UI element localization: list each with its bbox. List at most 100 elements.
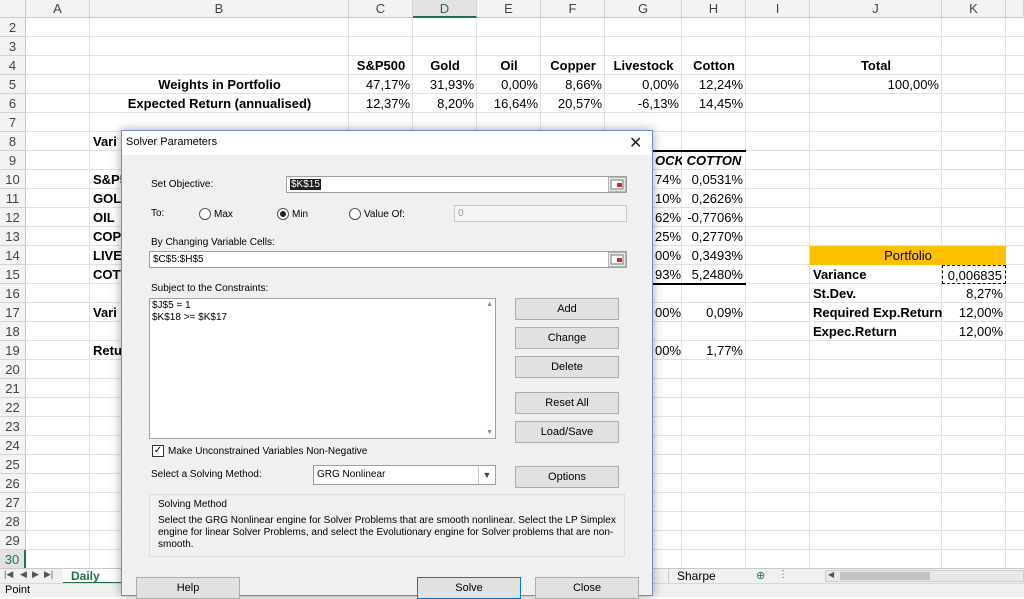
required-return-value[interactable]: 12,00% bbox=[942, 303, 1006, 322]
expected-cell[interactable]: 12,37% bbox=[349, 94, 413, 113]
total-value[interactable]: 100,00% bbox=[810, 75, 942, 94]
column-header-g[interactable]: G bbox=[605, 0, 682, 18]
tab-daily-choices[interactable]: Daily Cho bbox=[63, 569, 123, 597]
matrix-cell[interactable]: 5,2480% bbox=[682, 265, 746, 284]
row-header[interactable]: 23 bbox=[0, 417, 26, 436]
matrix-cell[interactable]: 74% bbox=[652, 170, 682, 189]
row17-cell[interactable]: 0,09% bbox=[682, 303, 746, 322]
close-icon[interactable]: ✕ bbox=[629, 133, 642, 153]
column-header-c[interactable]: C bbox=[349, 0, 413, 18]
row-header[interactable]: 13 bbox=[0, 227, 26, 246]
row-header[interactable]: 27 bbox=[0, 493, 26, 512]
matrix-cell[interactable]: 0,2626% bbox=[682, 189, 746, 208]
weight-cell[interactable]: 0,00% bbox=[477, 75, 541, 94]
row-header[interactable]: 29 bbox=[0, 531, 26, 550]
matrix-cell[interactable]: -0,7706% bbox=[682, 208, 746, 227]
row19-cell[interactable]: 1,77% bbox=[682, 341, 746, 360]
row-header[interactable]: 15 bbox=[0, 265, 26, 284]
expected-cell[interactable]: 16,64% bbox=[477, 94, 541, 113]
chevron-down-icon[interactable]: ▼ bbox=[478, 466, 495, 484]
radio-value-of[interactable] bbox=[349, 208, 361, 220]
row-header[interactable]: 2 bbox=[0, 18, 26, 37]
weight-cell[interactable]: 8,66% bbox=[541, 75, 605, 94]
collapse-changing-icon[interactable] bbox=[608, 252, 626, 267]
change-button[interactable]: Change bbox=[515, 327, 619, 349]
matrix-cell[interactable]: 0,3493% bbox=[682, 246, 746, 265]
row-header[interactable]: 12 bbox=[0, 208, 26, 227]
row-header[interactable]: 9 bbox=[0, 151, 26, 170]
tab-last-icon[interactable]: ▶| bbox=[44, 569, 53, 580]
row-header[interactable]: 3 bbox=[0, 37, 26, 56]
column-header-l[interactable] bbox=[1006, 0, 1024, 18]
row-header[interactable]: 16 bbox=[0, 284, 26, 303]
constraints-list[interactable]: $J$5 = 1 $K$18 >= $K$17 ▲ ▼ bbox=[149, 298, 496, 439]
row-header[interactable]: 25 bbox=[0, 455, 26, 474]
row-header[interactable]: 20 bbox=[0, 360, 26, 379]
matrix-cell[interactable]: 10% bbox=[652, 189, 682, 208]
weight-cell[interactable]: 0,00% bbox=[605, 75, 682, 94]
row-header[interactable]: 19 bbox=[0, 341, 26, 360]
row-header[interactable]: 28 bbox=[0, 512, 26, 531]
expected-cell[interactable]: 14,45% bbox=[682, 94, 746, 113]
expected-return-portfolio-value[interactable]: 12,00% bbox=[942, 322, 1006, 341]
solving-method-select[interactable]: GRG Nonlinear ▼ bbox=[313, 465, 496, 485]
nonnegative-checkbox[interactable]: ✓ bbox=[152, 445, 164, 457]
matrix-cell[interactable]: 62% bbox=[652, 208, 682, 227]
dialog-title-bar[interactable]: Solver Parameters ✕ bbox=[122, 131, 652, 155]
row-header[interactable]: 30 bbox=[0, 550, 26, 568]
row-header[interactable]: 18 bbox=[0, 322, 26, 341]
row-header[interactable]: 24 bbox=[0, 436, 26, 455]
expected-cell[interactable]: 20,57% bbox=[541, 94, 605, 113]
delete-button[interactable]: Delete bbox=[515, 356, 619, 378]
scroll-down-icon[interactable]: ▼ bbox=[486, 429, 493, 436]
constraint-item[interactable]: $J$5 = 1 bbox=[152, 300, 191, 312]
row-header[interactable]: 21 bbox=[0, 379, 26, 398]
row-header[interactable]: 10 bbox=[0, 170, 26, 189]
load-save-button[interactable]: Load/Save bbox=[515, 421, 619, 443]
add-button[interactable]: Add bbox=[515, 298, 619, 320]
row-header[interactable]: 14 bbox=[0, 246, 26, 265]
scroll-left-icon[interactable]: ◀ bbox=[828, 570, 834, 579]
constraint-item[interactable]: $K$18 >= $K$17 bbox=[152, 312, 227, 324]
column-header-k[interactable]: K bbox=[942, 0, 1006, 18]
matrix-cell[interactable]: 25% bbox=[652, 227, 682, 246]
weight-cell[interactable]: 31,93% bbox=[413, 75, 477, 94]
options-button[interactable]: Options bbox=[515, 466, 619, 488]
row-header[interactable]: 8 bbox=[0, 132, 26, 151]
matrix-cell[interactable]: 0,2770% bbox=[682, 227, 746, 246]
row17-cell[interactable]: 00% bbox=[652, 303, 682, 322]
scrollbar-thumb[interactable] bbox=[840, 572, 930, 580]
row-header[interactable]: 22 bbox=[0, 398, 26, 417]
horizontal-scrollbar[interactable]: ◀ bbox=[825, 570, 1024, 582]
weight-cell[interactable]: 12,24% bbox=[682, 75, 746, 94]
row-header[interactable]: 4 bbox=[0, 56, 26, 75]
column-header-b[interactable]: B bbox=[90, 0, 349, 18]
matrix-cell[interactable]: 93% bbox=[652, 265, 682, 284]
variance-value[interactable]: 0,006835 bbox=[942, 265, 1006, 284]
sheet-options-icon[interactable]: ⋮ bbox=[778, 569, 788, 580]
matrix-cell[interactable]: 00% bbox=[652, 246, 682, 265]
collapse-objective-icon[interactable] bbox=[608, 177, 626, 192]
changing-cells-input[interactable]: $C$5:$H$5 bbox=[149, 251, 627, 268]
stdev-value[interactable]: 8,27% bbox=[942, 284, 1006, 303]
reset-all-button[interactable]: Reset All bbox=[515, 392, 619, 414]
row-header[interactable]: 6 bbox=[0, 94, 26, 113]
matrix-cell[interactable]: 0,0531% bbox=[682, 170, 746, 189]
column-header-h[interactable]: H bbox=[682, 0, 746, 18]
row-header[interactable]: 11 bbox=[0, 189, 26, 208]
radio-min[interactable] bbox=[277, 208, 289, 220]
expected-cell[interactable]: 8,20% bbox=[413, 94, 477, 113]
column-header-i[interactable]: I bbox=[746, 0, 810, 18]
weight-cell[interactable]: 47,17% bbox=[349, 75, 413, 94]
tab-sharpe-ratio[interactable]: Sharpe Ratio bbox=[668, 569, 752, 597]
column-header-d[interactable]: D bbox=[413, 0, 477, 18]
value-of-input[interactable]: 0 bbox=[454, 205, 627, 222]
column-header-f[interactable]: F bbox=[541, 0, 605, 18]
tab-first-icon[interactable]: |◀ bbox=[4, 569, 13, 580]
objective-input[interactable]: $K$15 bbox=[286, 176, 627, 193]
column-header-a[interactable]: A bbox=[26, 0, 90, 18]
row-header[interactable]: 5 bbox=[0, 75, 26, 94]
scroll-up-icon[interactable]: ▲ bbox=[486, 301, 493, 308]
column-header-j[interactable]: J bbox=[810, 0, 942, 18]
select-all-corner[interactable] bbox=[0, 0, 26, 18]
